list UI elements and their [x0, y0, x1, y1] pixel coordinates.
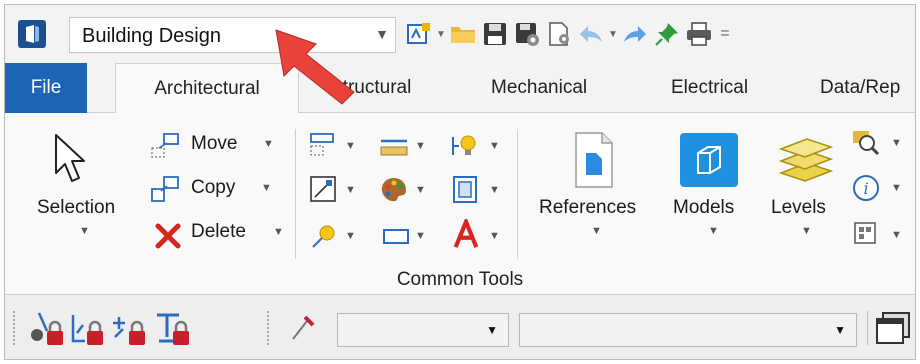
quick-access-toolbar: Building Design ▼ ▼ ▼ = [5, 5, 915, 63]
chevron-down-icon: ▼ [263, 138, 274, 150]
place-text-bulb-icon[interactable] [449, 131, 479, 161]
separator [517, 129, 518, 259]
color-combo[interactable]: ▼ [519, 313, 857, 347]
place-point-icon[interactable] [309, 221, 339, 251]
tab-electrical[interactable]: Electrical [671, 63, 748, 113]
app-menu-button[interactable] [17, 19, 47, 49]
tools-grid-icon[interactable] [851, 219, 881, 249]
chevron-down-icon: ▼ [708, 225, 719, 237]
eyedropper-icon[interactable] [285, 309, 319, 347]
chevron-down-icon[interactable]: ▼ [891, 182, 902, 194]
separator [867, 311, 868, 345]
selection-label: Selection [37, 197, 116, 218]
ribbon-tabs: File Architectural Structural Mechanical… [5, 63, 915, 114]
undo-icon[interactable] [575, 19, 607, 49]
print-icon[interactable] [683, 19, 715, 49]
modify-element-icon[interactable] [309, 175, 339, 205]
annotation-arrow [275, 29, 355, 105]
chevron-down-icon: ▼ [801, 225, 812, 237]
views-icon[interactable] [873, 309, 913, 347]
file-properties-icon[interactable] [543, 19, 575, 49]
toolbar-grip[interactable] [267, 311, 271, 345]
fence-icon[interactable] [451, 175, 481, 205]
models-label: Models [673, 197, 735, 218]
attributes-toolbar: ▼ ▼ [5, 295, 915, 359]
text-icon[interactable] [451, 219, 481, 249]
redo-icon[interactable] [619, 19, 651, 49]
chevron-down-icon: ▼ [79, 225, 90, 237]
models-cube-icon [680, 133, 738, 187]
open-folder-icon[interactable] [447, 19, 479, 49]
lock-attribute-icon-3[interactable] [109, 309, 149, 347]
chevron-down-icon[interactable]: ▼ [489, 140, 500, 152]
workspace-value: Building Design [82, 25, 221, 47]
customize-dropdown-icon[interactable]: = [715, 25, 735, 43]
chevron-down-icon[interactable]: ▼ [486, 323, 498, 337]
chevron-down-icon[interactable]: ▼ [415, 230, 426, 242]
references-icon [575, 132, 613, 188]
chevron-down-icon: ▼ [273, 226, 284, 238]
chevron-down-icon[interactable]: ▼ [415, 140, 426, 152]
quick-access-icons: ▼ ▼ = [403, 19, 735, 49]
references-label: References [539, 197, 637, 218]
group-label-common-tools: Common Tools [396, 269, 524, 290]
chevron-down-icon[interactable]: ▼ [345, 230, 356, 242]
pin-icon[interactable] [651, 19, 683, 49]
chevron-down-icon[interactable]: ▼ [345, 184, 356, 196]
copy-icon [151, 176, 179, 202]
ribbon-panel: Selection ▼ Move ▼ Copy ▼ Delete ▼ ▼ ▼ ▼… [5, 113, 915, 295]
tab-data-rep[interactable]: Data/Rep [820, 63, 900, 113]
microstation-logo-icon [18, 20, 46, 48]
info-icon[interactable]: i [851, 173, 881, 203]
toolbar-grip[interactable] [13, 311, 17, 345]
svg-text:i: i [863, 179, 868, 198]
chevron-down-icon[interactable]: ▼ [607, 29, 619, 40]
lock-attribute-icon-4[interactable] [153, 309, 193, 347]
save-settings-icon[interactable] [511, 19, 543, 49]
tab-file[interactable]: File [5, 63, 87, 113]
chevron-down-icon: ▼ [591, 225, 602, 237]
copy-label: Copy [191, 177, 236, 198]
measure-distance-icon[interactable] [379, 131, 409, 161]
lock-attribute-icon-2[interactable] [67, 309, 107, 347]
chevron-down-icon[interactable]: ▼ [489, 230, 500, 242]
place-block-icon[interactable] [381, 221, 411, 251]
chevron-down-icon[interactable]: ▼ [435, 29, 447, 40]
save-icon[interactable] [479, 19, 511, 49]
levels-icon [778, 138, 834, 182]
chevron-down-icon[interactable]: ▼ [489, 184, 500, 196]
selection-arrow-icon [55, 134, 85, 182]
place-smartline-icon[interactable] [309, 131, 339, 161]
move-icon [151, 133, 179, 158]
find-icon[interactable] [851, 127, 881, 157]
chevron-down-icon: ▼ [261, 182, 272, 194]
move-label: Move [191, 133, 238, 154]
palette-icon[interactable] [379, 175, 409, 205]
separator [295, 129, 296, 259]
chevron-down-icon[interactable]: ▼ [891, 229, 902, 241]
chevron-down-icon[interactable]: ▼ [375, 26, 389, 42]
chevron-down-icon[interactable]: ▼ [415, 184, 426, 196]
tab-mechanical[interactable]: Mechanical [491, 63, 587, 113]
chevron-down-icon[interactable]: ▼ [345, 140, 356, 152]
levels-label: Levels [771, 197, 826, 218]
lock-attribute-icon-1[interactable] [27, 309, 67, 347]
level-combo[interactable]: ▼ [337, 313, 509, 347]
app-window: Building Design ▼ ▼ ▼ = File Architectur… [4, 4, 916, 360]
delete-x-icon [155, 223, 181, 249]
chevron-down-icon[interactable]: ▼ [834, 323, 846, 337]
workspace-icon[interactable] [403, 19, 435, 49]
delete-label: Delete [191, 221, 246, 242]
chevron-down-icon[interactable]: ▼ [891, 137, 902, 149]
